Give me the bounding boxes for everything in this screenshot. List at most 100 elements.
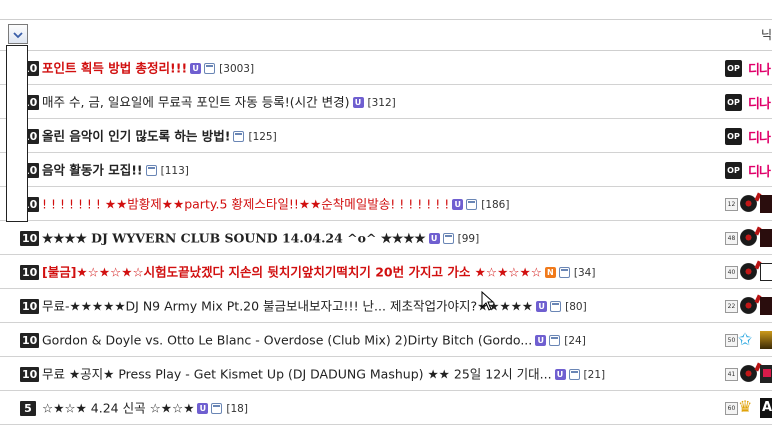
attachment-icon [211,403,223,414]
update-icon: U [554,369,566,380]
update-icon: U [428,233,440,244]
table-row[interactable]: 10 음악 활동가 모집!! [113] OP 디나 [0,153,772,187]
attachment-icon [233,131,245,142]
vinyl-record-icon [740,229,757,246]
author-avatar[interactable] [760,229,772,247]
view-count: [125] [248,130,277,143]
update-icon: U [190,63,202,74]
post-title-text: 무료 ★공지★ Press Play - Get Kismet Up (DJ D… [42,366,552,382]
post-title-link[interactable]: 무료-★★★★★DJ N9 Army Mix Pt.20 불금보내보자고!!! … [42,298,587,315]
post-title-text: ☆★☆★ 4.24 신곡 ☆★☆★ [42,400,195,416]
attachment-icon [466,199,478,210]
view-count: [3003] [219,62,255,75]
post-title-text: Gordon & Doyle vs. Otto Le Blanc - Overd… [42,332,533,348]
post-title-link[interactable]: 무료 ★공지★ Press Play - Get Kismet Up (DJ D… [42,366,605,383]
table-row[interactable]: 10 매주 수, 금, 일요일에 무료곡 포인트 자동 등록!(시간 변경) U [3… [0,85,772,119]
post-title-link[interactable]: 포인트 획득 방법 총정리!!! U [3003] [42,60,254,77]
post-title-link[interactable]: ★★★★ DJ WYVERN CLUB SOUND 14.04.24 ^o^ ★… [42,230,479,247]
level-badge: 60 [725,402,738,415]
operator-icon: OP [725,128,742,145]
table-row[interactable]: 10 무료 ★공지★ Press Play - Get Kismet Up (DJ… [0,357,772,391]
crown-icon: ♛ [738,397,753,416]
author-avatar[interactable] [760,331,772,349]
level-badge: 22 [725,300,738,313]
category-dropdown-button[interactable] [8,24,28,44]
table-row[interactable]: 10 포인트 획득 방법 총정리!!! U [3003] OP 디나 [0,51,772,85]
author-avatar[interactable] [760,365,772,383]
attachment-icon [550,301,562,312]
post-title-text: 매주 수, 금, 일요일에 무료곡 포인트 자동 등록!(시간 변경) [42,94,350,110]
view-count: [24] [564,334,586,347]
update-icon: U [536,301,548,312]
new-icon: N [544,267,556,278]
update-icon: U [197,403,209,414]
post-list: 10 포인트 획득 방법 총정리!!! U [3003] OP 디나 10 매주 수, 금, … [0,51,772,425]
post-title-link[interactable]: [불금]★☆★☆★☆시험도끝났겠다 지손의 뒷치기앞치기떡치기 20번 가지고 … [42,264,595,281]
category-badge: 5 [20,401,36,416]
level-badge: 12 [725,198,738,211]
author-nickname[interactable]: 디나 [748,127,771,146]
category-dropdown-list[interactable] [6,45,28,222]
list-header: 닉 [0,20,772,51]
attachment-icon [442,233,454,244]
table-row[interactable]: 5 ☆★☆★ 4.24 신곡 ☆★☆★ U [18] 60 ♛ A [0,391,772,425]
table-row[interactable]: 10 Gordon & Doyle vs. Otto Le Blanc - Ove… [0,323,772,357]
level-badge: 41 [725,368,738,381]
vinyl-record-icon [740,365,757,382]
author-avatar[interactable] [760,195,772,213]
operator-icon: OP [725,60,742,77]
view-count: [312] [367,96,396,109]
post-title-link[interactable]: 올린 음악이 인기 많도록 하는 방법! [125] [42,128,277,145]
update-icon: U [452,199,464,210]
post-title-text: 음악 활동가 모집!! [42,162,143,178]
view-count: [34] [573,266,596,279]
category-badge: 10 [20,231,40,246]
operator-icon: OP [725,94,742,111]
vinyl-record-icon [740,263,757,280]
post-title-text: 포인트 획득 방법 총정리!!! [42,60,188,76]
table-row[interactable]: 10 ★★★★ DJ WYVERN CLUB SOUND 14.04.24 ^o^… [0,221,772,255]
top-bar [0,0,772,20]
attachment-icon [558,267,570,278]
post-title-text: ! ! ! ! ! ! ! ★★밤황제★★party.5 황제스타일!!★★순착… [42,196,450,212]
author-avatar[interactable] [760,263,772,281]
post-title-text: 무료-★★★★★DJ N9 Army Mix Pt.20 불금보내보자고!!! … [42,298,534,314]
category-badge: 10 [20,265,40,280]
level-badge: 40 [725,266,738,279]
update-icon: U [352,97,364,108]
post-title-link[interactable]: ☆★☆★ 4.24 신곡 ☆★☆★ U [18] [42,400,248,417]
author-avatar[interactable] [760,297,772,315]
post-title-link[interactable]: 매주 수, 금, 일요일에 무료곡 포인트 자동 등록!(시간 변경) U [312… [42,94,396,111]
post-title-link[interactable]: ! ! ! ! ! ! ! ★★밤황제★★party.5 황제스타일!!★★순착… [42,196,509,213]
vinyl-record-icon [740,195,757,212]
level-badge: 50 [725,334,738,347]
view-count: [113] [160,164,189,177]
view-count: [186] [481,198,510,211]
author-nickname[interactable]: 디나 [748,161,771,180]
view-count: [80] [565,300,587,313]
level-badge: 48 [725,232,738,245]
star-icon: ✩ [738,330,753,350]
attachment-icon [145,165,157,176]
author-nickname[interactable]: 디나 [748,59,771,78]
category-badge: 10 [20,367,40,382]
view-count: [18] [226,402,248,415]
table-row[interactable]: 10! ! ! ! ! ! ! ★★밤황제★★party.5 황제스타일!!★★… [0,187,772,221]
post-title-text: [불금]★☆★☆★☆시험도끝났겠다 지손의 뒷치기앞치기떡치기 20번 가지고 … [42,264,542,280]
post-title-text: 올린 음악이 인기 많도록 하는 방법! [42,128,231,144]
operator-icon: OP [725,162,742,179]
post-title-link[interactable]: Gordon & Doyle vs. Otto Le Blanc - Overd… [42,332,586,349]
table-row[interactable]: 10 올린 음악이 인기 많도록 하는 방법! [125] OP 디나 [0,119,772,153]
view-count: [21] [583,368,606,381]
post-title-text: ★★★★ DJ WYVERN CLUB SOUND 14.04.24 ^o^ ★… [42,230,426,246]
update-icon: U [535,335,547,346]
post-title-link[interactable]: 음악 활동가 모집!! [113] [42,162,189,179]
attachment-icon [204,63,216,74]
vinyl-record-icon [740,297,757,314]
attachment-icon [549,335,561,346]
table-row[interactable]: 10 [불금]★☆★☆★☆시험도끝났겠다 지손의 뒷치기앞치기떡치기 20번 가지… [0,255,772,289]
author-nickname[interactable]: 디나 [748,93,771,112]
author-avatar[interactable]: A [760,398,772,418]
table-row[interactable]: 10 무료-★★★★★DJ N9 Army Mix Pt.20 불금보내보자고!!… [0,289,772,323]
chevron-down-icon [13,30,23,40]
